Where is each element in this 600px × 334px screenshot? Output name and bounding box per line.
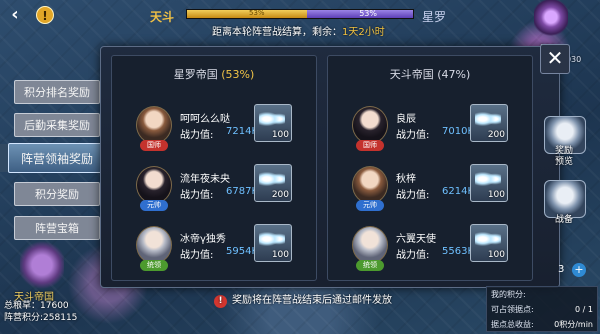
panel-left-name: 星罗帝国 — [173, 68, 218, 81]
info-icon[interactable]: ! — [36, 6, 54, 24]
score-value: 0积分/min — [554, 320, 593, 329]
reward-qty: 200 — [271, 190, 289, 200]
reward-item[interactable]: 100 — [470, 164, 508, 202]
power-label: 战力值: — [180, 130, 214, 141]
castle-icon[interactable] — [20, 240, 64, 290]
wing-icon — [259, 169, 285, 189]
panel-right-pct: (47%) — [437, 68, 471, 81]
countdown-time: 1天2小时 — [342, 27, 385, 38]
power-label: 战力值: — [396, 130, 430, 141]
faction-emblem-icon — [534, 0, 568, 38]
reward-qty: 200 — [487, 130, 505, 140]
reward-item[interactable]: 100 — [470, 224, 508, 262]
score-row: 可占领据点: 0 / 1 — [491, 304, 593, 316]
power-label: 战力值: — [180, 190, 214, 201]
my-score-panel: 我的积分: 可占领据点: 0 / 1 据点总收益: 0积分/min — [486, 286, 598, 332]
score-row: 据点总收益: 0积分/min — [491, 319, 593, 331]
role-badge: 元帅 — [356, 200, 384, 211]
reward-notice: ! 奖励将在阵营战结束后通过邮件发放 — [214, 291, 414, 308]
tab-faction-chest[interactable]: 阵营宝箱 — [14, 216, 100, 240]
faction-progress-bar: 53% 53% — [186, 9, 414, 19]
alert-icon: ! — [214, 295, 227, 308]
leader-reward-modal: 星罗帝国 (53%) 国师 呵呵么么哒 战力值: 7214K 100 元帅 流年… — [100, 46, 560, 288]
wing-icon — [259, 109, 285, 129]
close-button[interactable]: ✕ — [540, 44, 570, 74]
total-grain-label: 总粮草： — [4, 301, 41, 311]
reward-qty: 100 — [487, 250, 505, 260]
leader-row: 元帅 流年夜未央 战力值: 6787K 200 — [128, 164, 308, 214]
leader-name: 良辰 — [396, 114, 416, 125]
role-badge: 国师 — [140, 140, 168, 151]
faction-score-value: 258115 — [43, 313, 78, 323]
wing-icon — [475, 229, 501, 249]
avatar[interactable] — [352, 226, 388, 264]
role-badge: 国师 — [356, 140, 384, 151]
leader-row: 国师 良辰 战力值: 7010K 200 — [344, 104, 524, 154]
panel-right-title: 天斗帝国 (47%) — [328, 66, 532, 82]
avatar[interactable] — [136, 106, 172, 144]
score-label: 据点总收益: — [491, 320, 534, 329]
avatar[interactable] — [136, 226, 172, 264]
role-badge: 元帅 — [140, 200, 168, 211]
notice-text: 奖励将在阵营战结束后通过邮件发放 — [232, 295, 392, 306]
wing-icon — [259, 229, 285, 249]
score-row: 我的积分: — [491, 289, 593, 301]
wing-icon — [475, 169, 501, 189]
count-value: 3 — [558, 264, 565, 275]
panel-left-title: 星罗帝国 (53%) — [112, 66, 316, 82]
countdown-text: 距离本轮阵营战结算，剩余：1天2小时 — [212, 23, 385, 38]
plus-icon[interactable]: + — [572, 263, 586, 277]
progress-left-pct: 53% — [249, 9, 265, 17]
reward-qty: 100 — [271, 250, 289, 260]
wing-icon — [475, 109, 501, 129]
progress-right-pct: 53% — [359, 9, 377, 18]
tab-points-reward[interactable]: 积分奖励 — [14, 182, 100, 206]
faction-score-label: 阵营积分: — [4, 313, 44, 323]
power-label: 战力值: — [396, 190, 430, 201]
total-grain-value: 17600 — [40, 301, 69, 311]
score-label: 我的积分: — [491, 290, 526, 299]
back-arrow-icon[interactable]: ‹ — [4, 4, 26, 26]
leader-row: 国师 呵呵么么哒 战力值: 7214K 100 — [128, 104, 308, 154]
progress-left-fill — [187, 10, 307, 18]
role-badge: 统领 — [356, 260, 384, 271]
panel-left-pct: (53%) — [221, 68, 255, 81]
reward-item[interactable]: 200 — [470, 104, 508, 142]
avatar[interactable] — [352, 166, 388, 204]
tab-rank-reward[interactable]: 积分排名奖励 — [14, 80, 100, 104]
power-label: 战力值: — [180, 250, 214, 261]
right-faction-title: 星罗 — [422, 10, 447, 24]
reward-item[interactable]: 200 — [254, 164, 292, 202]
reward-qty: 100 — [271, 130, 289, 140]
reward-item[interactable]: 100 — [254, 224, 292, 262]
battle-prep-label: 战备 — [554, 215, 573, 225]
score-value: 0 / 1 — [575, 305, 593, 314]
avatar[interactable] — [136, 166, 172, 204]
faction-panel-right: 天斗帝国 (47%) 国师 良辰 战力值: 7010K 200 元帅 秋梓 战力… — [327, 55, 533, 281]
leader-row: 统领 冰帝γ独秀 战力值: 5954K 100 — [128, 224, 308, 274]
panel-right-name: 天斗帝国 — [389, 68, 434, 81]
leader-name: 秋梓 — [396, 174, 416, 185]
reward-preview-label: 奖励 预览 — [554, 146, 573, 167]
avatar[interactable] — [352, 106, 388, 144]
score-label: 可占领据点: — [491, 305, 534, 314]
tab-leader-reward[interactable]: 阵营领袖奖励 — [8, 143, 106, 173]
power-label: 战力值: — [396, 250, 430, 261]
left-faction-title: 天斗 — [150, 10, 175, 24]
tab-pointer — [0, 144, 8, 172]
faction-panel-left: 星罗帝国 (53%) 国师 呵呵么么哒 战力值: 7214K 100 元帅 流年… — [111, 55, 317, 281]
leader-name: 流年夜未央 — [180, 174, 230, 185]
leader-row: 元帅 秋梓 战力值: 6214K 100 — [344, 164, 524, 214]
leader-row: 统领 六翼天使 战力值: 5563K 100 — [344, 224, 524, 274]
leader-name: 呵呵么么哒 — [180, 114, 230, 125]
role-badge: 统领 — [140, 260, 168, 271]
leader-name: 六翼天使 — [396, 234, 436, 245]
reward-qty: 100 — [487, 190, 505, 200]
reward-item[interactable]: 100 — [254, 104, 292, 142]
top-bar: ‹ ! 天斗 53% 53% 星罗 距离本轮阵营战结算，剩余：1天2小时 — [0, 0, 600, 40]
tab-logistics-reward[interactable]: 后勤采集奖励 — [14, 113, 100, 137]
left-faction-stats: 总粮草：17600 阵营积分:258115 — [4, 300, 77, 324]
countdown-label: 距离本轮阵营战结算，剩余： — [212, 27, 342, 38]
leader-name: 冰帝γ独秀 — [180, 234, 226, 245]
